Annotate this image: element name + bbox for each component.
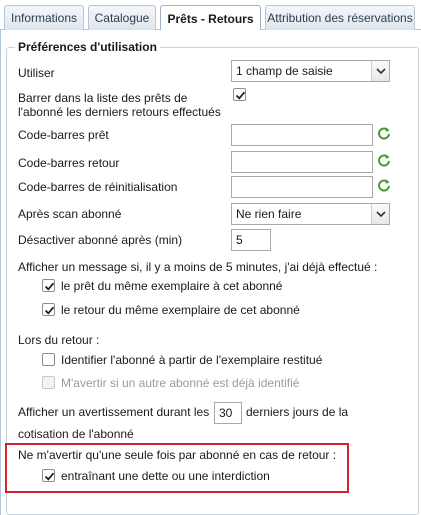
lors-retour-label: Lors du retour : [18,333,100,347]
utiliser-value: 1 champ de saisie [236,64,333,78]
tab-bar: Informations Catalogue Prêts - Retours A… [0,0,421,31]
utiliser-label: Utiliser [18,66,55,80]
checkmark-icon [235,91,246,100]
pret-meme-label: le prêt du même exemplaire à cet abonné [61,279,283,293]
apres-scan-label: Après scan abonné [18,207,122,221]
preferences-legend: Préférences d'utilisation [18,40,157,54]
chevron-down-icon [371,61,389,81]
message-intro: Afficher un message si, il y a moins de … [18,260,378,274]
avertissement-days-value: 30 [219,406,233,420]
dette-checkbox[interactable] [42,469,55,482]
dette-label: entraînant une dette ou une interdiction [61,469,270,483]
avertissement-label-after: derniers jours de la [246,405,349,419]
refresh-icon[interactable] [377,126,391,140]
desactiver-input[interactable]: 5 [231,229,271,251]
desactiver-value: 5 [236,233,243,247]
apres-scan-value: Ne rien faire [236,207,302,221]
codebarres-pret-label: Code-barres prêt [18,128,109,142]
tab-panel: Préférences d'utilisation Utiliser 1 cha… [0,30,421,515]
codebarres-pret-input[interactable] [231,124,373,146]
tab-informations[interactable]: Informations [4,5,84,30]
avertissement-days-input[interactable]: 30 [214,402,242,424]
refresh-icon[interactable] [377,178,391,192]
desactiver-label: Désactiver abonné après (min) [18,233,183,247]
apres-scan-select[interactable]: Ne rien faire [231,203,390,225]
identifier-checkbox[interactable] [42,353,55,366]
pret-meme-checkbox[interactable] [42,279,55,292]
avertir-autre-label: M'avertir si un autre abonné est déjà id… [61,376,300,390]
utiliser-select[interactable]: 1 champ de saisie [231,60,390,82]
codebarres-reinit-label: Code-barres de réinitialisation [18,180,178,194]
barrer-label-line2: l'abonné les derniers retours effectués [18,105,221,119]
codebarres-retour-label: Code-barres retour [18,156,120,170]
checkmark-icon [44,472,55,481]
checkmark-icon [44,282,55,291]
avertissement-label-line2: cotisation de l'abonné [18,427,134,441]
checkmark-icon [44,306,55,315]
une-seule-fois-label: Ne m'avertir qu'une seule fois par abonn… [18,448,337,462]
refresh-icon[interactable] [377,153,391,167]
barrer-checkbox[interactable] [233,88,246,101]
codebarres-retour-input[interactable] [231,151,373,173]
avertir-autre-checkbox [42,376,55,389]
identifier-label: Identifier l'abonné à partir de l'exempl… [61,353,323,367]
chevron-down-icon [371,204,389,224]
tab-catalogue[interactable]: Catalogue [88,5,156,30]
tab-attribution-reservations[interactable]: Attribution des réservations [265,5,415,30]
codebarres-reinit-input[interactable] [231,176,373,198]
avertissement-label-before: Afficher un avertissement durant les [18,405,210,419]
retour-meme-label: le retour du même exemplaire de cet abon… [61,303,300,317]
tab-prets-retours[interactable]: Prêts - Retours [160,5,261,31]
retour-meme-checkbox[interactable] [42,303,55,316]
barrer-label-line1: Barrer dans la liste des prêts de [18,91,188,105]
